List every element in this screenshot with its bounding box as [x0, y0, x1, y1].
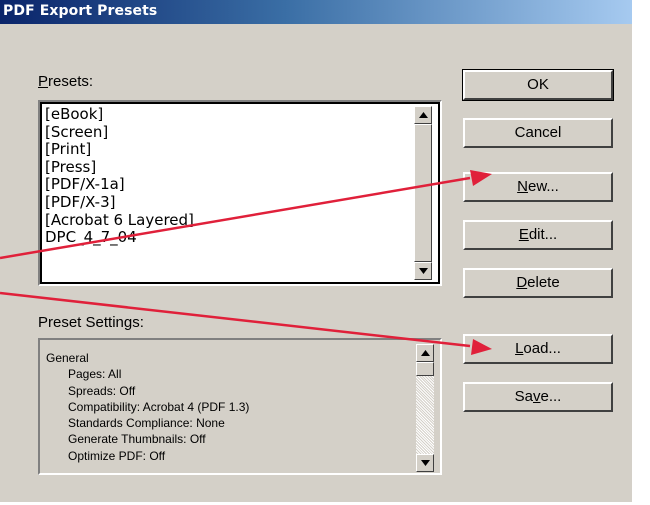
settings-tree: General Pages: All Spreads: Off Compatib… [46, 350, 249, 464]
scroll-up-button[interactable] [416, 344, 434, 362]
title-bar: PDF Export Presets [0, 0, 632, 24]
edit-label-rest: dit... [528, 226, 558, 243]
arrow-down-icon [421, 460, 430, 466]
arrow-up-icon [421, 350, 430, 356]
settings-line: Compatibility: Acrobat 4 (PDF 1.3) [68, 399, 250, 414]
cancel-button[interactable]: Cancel [463, 118, 613, 148]
settings-line: Standards Compliance: None [68, 416, 225, 431]
ok-button[interactable]: OK [462, 69, 614, 101]
presets-label-accel: P [38, 73, 49, 90]
presets-label: Presets: [38, 73, 93, 90]
scroll-track[interactable] [416, 376, 434, 454]
list-item[interactable]: DPC_4_7_04 [44, 229, 410, 247]
presets-label-rest: resets: [48, 73, 94, 90]
scroll-down-button[interactable] [416, 454, 434, 472]
list-item[interactable]: [eBook] [44, 105, 410, 124]
pdf-export-presets-dialog: PDF Export Presets Presets: [eBook] [Scr… [0, 0, 632, 502]
scroll-down-button[interactable] [414, 262, 432, 280]
list-item[interactable]: [Press] [44, 158, 410, 177]
settings-line: Pages: All [68, 367, 122, 382]
delete-accel: D [516, 274, 528, 291]
load-label-rest: oad... [523, 340, 561, 357]
list-item[interactable]: [Acrobat 6 Layered] [44, 211, 410, 230]
preset-settings-box[interactable]: General Pages: All Spreads: Off Compatib… [38, 338, 442, 475]
list-item[interactable]: [PDF/X-1a] [44, 176, 410, 194]
list-item[interactable]: [Print] [44, 141, 410, 159]
settings-category: General [46, 351, 89, 365]
presets-items: [eBook] [Screen] [Print] [Press] [PDF/X-… [44, 105, 410, 247]
new-button[interactable]: New... [463, 172, 613, 202]
load-button[interactable]: Load... [463, 334, 613, 364]
save-label-rest: e... [540, 388, 562, 405]
save-accel: v [533, 388, 541, 405]
list-item[interactable]: [PDF/X-3] [44, 193, 410, 212]
settings-scrollbar[interactable] [416, 340, 434, 473]
delete-button[interactable]: Delete [463, 268, 613, 298]
settings-line: Spreads: Off [68, 383, 136, 398]
list-item[interactable]: [Screen] [44, 123, 410, 142]
edit-accel: E [518, 226, 529, 243]
scroll-thumb[interactable] [414, 124, 432, 262]
save-button[interactable]: Save... [463, 382, 613, 412]
scroll-thumb[interactable] [416, 362, 434, 376]
delete-label-rest: elete [527, 274, 560, 291]
presets-scrollbar[interactable] [414, 106, 432, 280]
edit-button[interactable]: Edit... [463, 220, 613, 250]
new-accel: N [517, 178, 528, 195]
preset-settings-label: Preset Settings: [38, 314, 144, 331]
new-label-rest: ew... [527, 178, 559, 195]
window-title: PDF Export Presets [3, 3, 158, 19]
arrow-up-icon [419, 112, 428, 118]
scroll-up-button[interactable] [414, 106, 432, 124]
settings-line: Generate Thumbnails: Off [68, 432, 206, 447]
arrow-down-icon [419, 268, 428, 274]
save-label-pre: Sa [514, 388, 533, 405]
presets-list-frame: [eBook] [Screen] [Print] [Press] [PDF/X-… [40, 102, 440, 284]
settings-line: Optimize PDF: Off [68, 448, 166, 463]
presets-list[interactable]: [eBook] [Screen] [Print] [Press] [PDF/X-… [38, 100, 442, 286]
